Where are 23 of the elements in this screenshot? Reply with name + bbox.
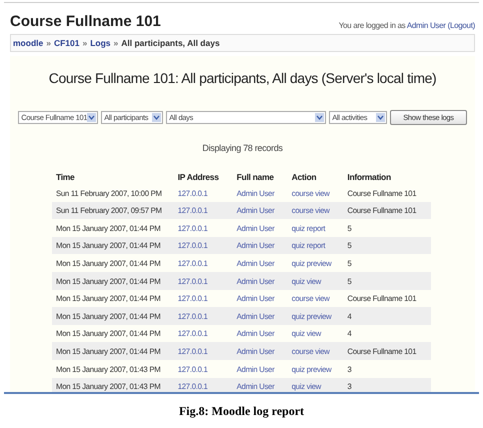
- breadcrumb-separator: »: [82, 38, 88, 48]
- breadcrumb-separator: »: [46, 38, 51, 48]
- column-header: Time: [55, 171, 76, 184]
- breadcrumb-item: All participants, All days: [121, 38, 220, 48]
- page-title: Course Fullname 101: [10, 13, 161, 30]
- figure-caption: Fig.8: Moodle log report: [178, 404, 306, 419]
- column-header: Action: [290, 171, 318, 184]
- breadcrumb-separator: »: [114, 38, 118, 48]
- breadcrumb-item[interactable]: moodle: [13, 38, 44, 48]
- login-info: You are logged in as Admin User (Logout): [338, 21, 475, 30]
- user-link[interactable]: Admin User: [406, 21, 446, 30]
- dropdown-arrow-icon: [315, 113, 324, 122]
- dropdown-arrow-icon: [376, 113, 386, 122]
- column-header: Information: [346, 171, 392, 184]
- dropdown-arrow-icon: [87, 113, 96, 122]
- dropdown-arrow-icon: [152, 113, 162, 122]
- column-header: Full name: [236, 171, 275, 184]
- column-header: IP Address: [176, 171, 220, 184]
- breadcrumb-item[interactable]: Logs: [90, 38, 111, 48]
- report-heading: Course Fullname 101: All participants, All days (Server's local time): [48, 70, 438, 86]
- record-count: Displaying 78 records: [201, 143, 284, 153]
- breadcrumb-item[interactable]: CF101: [54, 38, 80, 48]
- logout-link[interactable]: (Logout): [448, 21, 475, 30]
